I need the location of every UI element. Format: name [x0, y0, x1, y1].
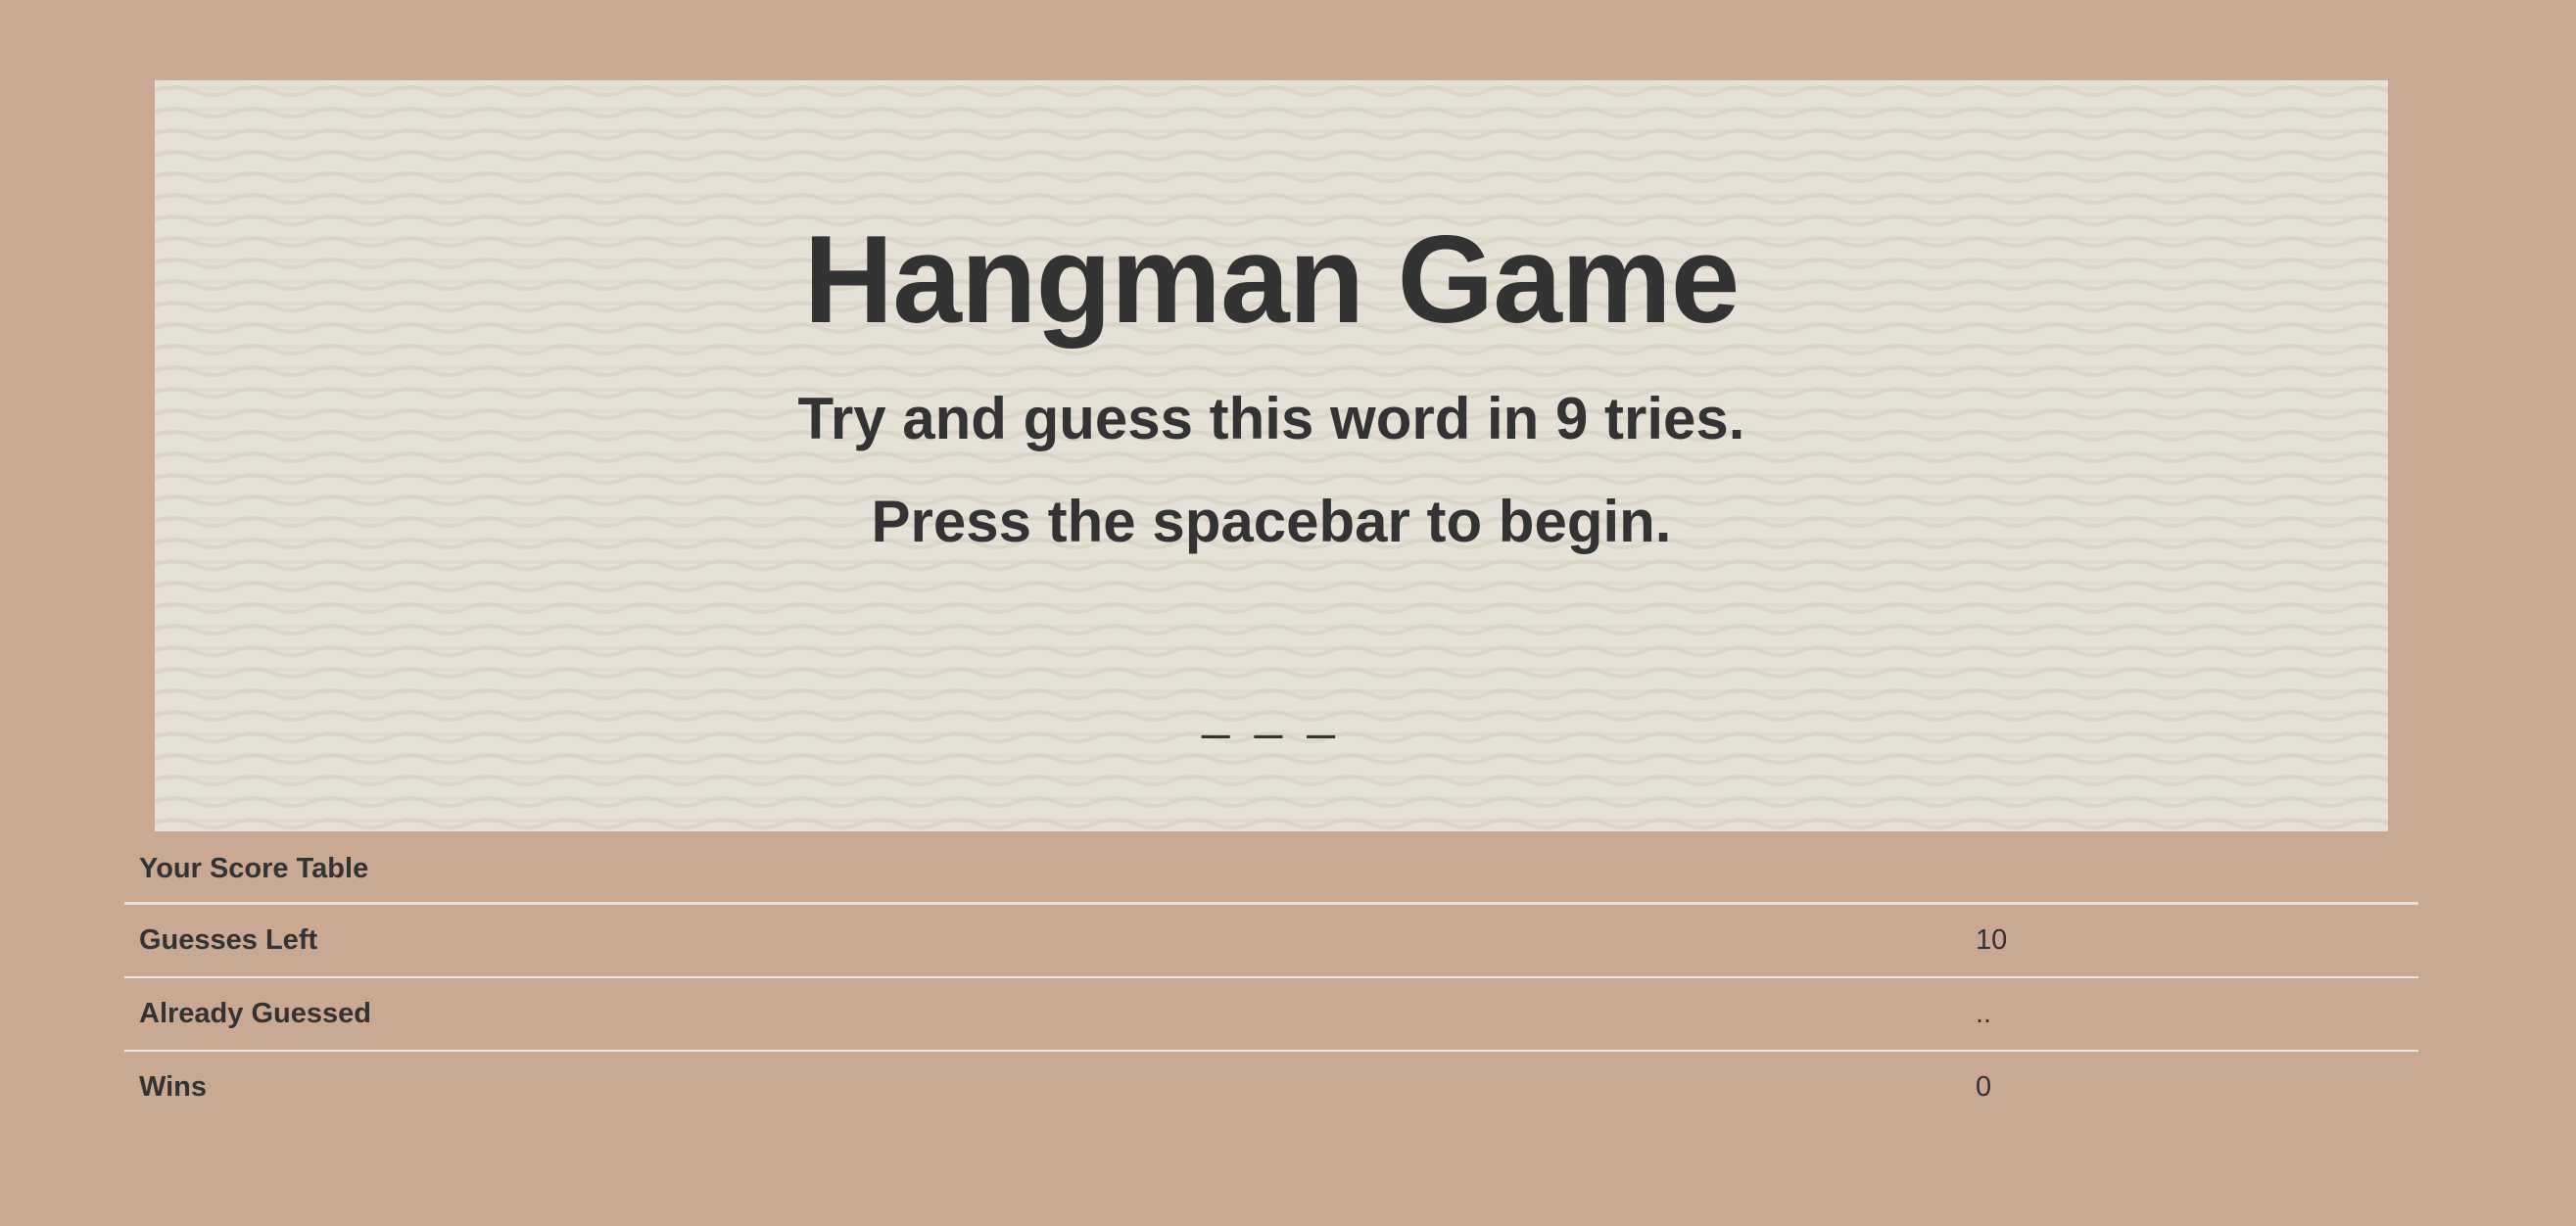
tries-instruction: Try and guess this word in 9 tries. — [797, 386, 1745, 451]
already-guessed-value: .. — [1961, 976, 2418, 1051]
page-title: Hangman Game — [803, 210, 1741, 349]
table-row: Already Guessed .. — [124, 976, 2418, 1051]
hidden-word-display: _ _ _ — [1202, 684, 1341, 739]
score-table: Your Score Table Guesses Left 10 Already… — [124, 835, 2418, 1123]
wins-value: 0 — [1961, 1050, 2418, 1123]
guesses-left-value: 10 — [1976, 924, 2008, 956]
score-table-header: Your Score Table — [124, 835, 2418, 905]
already-guessed-label: Already Guessed — [124, 976, 1961, 1051]
table-row: Guesses Left 10 — [124, 904, 2418, 978]
guesses-left-label: Guesses Left — [139, 924, 318, 956]
score-table-header-row: Your Score Table — [124, 835, 2418, 905]
wins-label: Wins — [124, 1050, 1961, 1123]
start-instruction: Press the spacebar to begin. — [871, 489, 1672, 554]
game-panel: Hangman Game Try and guess this word in … — [155, 80, 2388, 831]
table-row: Wins 0 — [124, 1050, 2418, 1123]
